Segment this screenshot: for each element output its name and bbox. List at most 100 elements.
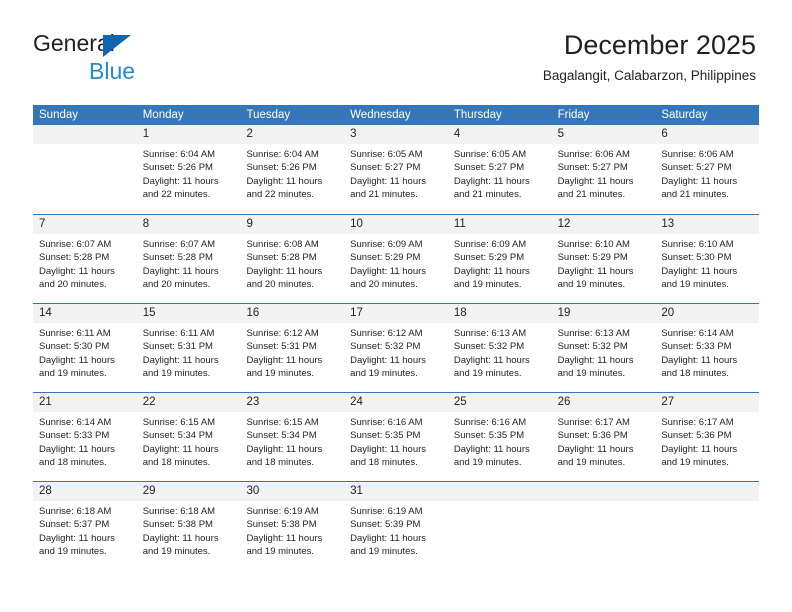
day-number: 30 (240, 482, 345, 501)
day-sunrise-text: Sunrise: 6:04 AM (246, 149, 319, 160)
day-sunset-text: Sunset: 5:27 PM (557, 162, 628, 174)
day-cell[interactable]: 5 Sunrise: 6:06 AM Sunset: 5:27 PM Daylight… (551, 125, 656, 214)
day-cell[interactable]: 9 Sunrise: 6:08 AM Sunset: 5:28 PM Daylight… (240, 215, 345, 303)
day-number: 8 (136, 215, 241, 234)
day-cell[interactable]: 25 Sunrise: 6:16 AM Sunset: 5:35 PM Dayligh… (447, 393, 552, 481)
day-cell[interactable]: 22 Sunrise: 6:15 AM Sunset: 5:34 PM Dayligh… (136, 393, 241, 481)
day-daylight2-text: and 20 minutes. (350, 279, 418, 291)
day-sunrise-text: Sunrise: 6:06 AM (661, 149, 734, 160)
day-sunrise-text: Sunrise: 6:10 AM (661, 239, 734, 250)
day-cell[interactable]: 17 Sunrise: 6:12 AM Sunset: 5:32 PM Dayligh… (344, 304, 448, 392)
day-sun-info (448, 501, 552, 505)
calendar-week-row: 14 Sunrise: 6:11 AM Sunset: 5:30 PM Dayligh… (33, 303, 760, 392)
day-cell[interactable]: 15 Sunrise: 6:11 AM Sunset: 5:31 PM Dayligh… (136, 304, 241, 392)
day-cell[interactable]: 31 Sunrise: 6:19 AM Sunset: 5:39 PM Dayligh… (344, 482, 448, 570)
day-daylight2-text: and 19 minutes. (661, 457, 729, 469)
day-daylight2-text: and 19 minutes. (39, 368, 107, 380)
weekday-header-sunday: Sunday (39, 109, 79, 121)
day-cell[interactable]: 19 Sunrise: 6:13 AM Sunset: 5:32 PM Dayligh… (551, 304, 656, 392)
day-daylight2-text: and 21 minutes. (350, 189, 418, 201)
day-sun-info: Sunrise: 6:07 AM Sunset: 5:28 PM Daylight:… (33, 234, 137, 292)
day-sunset-text: Sunset: 5:35 PM (350, 430, 421, 442)
day-cell[interactable]: 8 Sunrise: 6:07 AM Sunset: 5:28 PM Daylight… (136, 215, 241, 303)
day-cell[interactable]: 12 Sunrise: 6:10 AM Sunset: 5:29 PM Dayligh… (551, 215, 656, 303)
day-cell[interactable]: 28 Sunrise: 6:18 AM Sunset: 5:37 PM Dayligh… (33, 482, 137, 570)
day-number: 16 (240, 304, 345, 323)
day-sun-info: Sunrise: 6:05 AM Sunset: 5:27 PM Daylight:… (344, 144, 448, 202)
day-cell[interactable]: 13 Sunrise: 6:10 AM Sunset: 5:30 PM Dayligh… (655, 215, 760, 303)
day-cell[interactable]: 3 Sunrise: 6:05 AM Sunset: 5:27 PM Daylight… (344, 125, 448, 214)
day-cell[interactable]: 7 Sunrise: 6:07 AM Sunset: 5:28 PM Daylight… (33, 215, 137, 303)
day-cell[interactable]: 29 Sunrise: 6:18 AM Sunset: 5:38 PM Dayligh… (136, 482, 241, 570)
weekday-header-tuesday: Tuesday (246, 109, 291, 121)
day-cell[interactable]: 27 Sunrise: 6:17 AM Sunset: 5:36 PM Dayligh… (655, 393, 760, 481)
day-cell[interactable]: 16 Sunrise: 6:12 AM Sunset: 5:31 PM Dayligh… (240, 304, 345, 392)
day-daylight1-text: Daylight: 11 hours (453, 354, 530, 366)
day-sunrise-text: Sunrise: 6:18 AM (39, 506, 112, 517)
day-sunrise-text: Sunrise: 6:16 AM (453, 417, 527, 428)
day-cell[interactable]: 4 Sunrise: 6:05 AM Sunset: 5:27 PM Daylight… (447, 125, 552, 214)
day-number: 31 (344, 482, 448, 501)
day-sun-info: Sunrise: 6:16 AM Sunset: 5:35 PM Daylight:… (344, 412, 448, 470)
day-cell[interactable]: 20 Sunrise: 6:14 AM Sunset: 5:33 PM Dayligh… (655, 304, 760, 392)
day-cell[interactable]: 2 Sunrise: 6:04 AM Sunset: 5:26 PM Daylight… (240, 125, 345, 214)
day-daylight1-text: Daylight: 11 hours (453, 265, 530, 277)
title-block: December 2025 Bagalangit, Calabarzon, Ph… (543, 28, 756, 86)
day-daylight2-text: and 18 minutes. (246, 457, 315, 469)
day-cell[interactable]: 18 Sunrise: 6:13 AM Sunset: 5:32 PM Dayligh… (447, 304, 552, 392)
day-sunset-text: Sunset: 5:29 PM (453, 252, 525, 264)
day-cell[interactable]: 14 Sunrise: 6:11 AM Sunset: 5:30 PM Dayligh… (33, 304, 137, 392)
day-cell[interactable]: 30 Sunrise: 6:19 AM Sunset: 5:38 PM Dayligh… (240, 482, 345, 570)
day-cell[interactable]: 21 Sunrise: 6:14 AM Sunset: 5:33 PM Dayligh… (33, 393, 137, 481)
day-daylight2-text: and 18 minutes. (350, 457, 418, 469)
logo-text-blue: Blue (89, 58, 136, 84)
day-number: 13 (655, 215, 760, 234)
day-cell[interactable]: 24 Sunrise: 6:16 AM Sunset: 5:35 PM Dayligh… (344, 393, 448, 481)
day-sunrise-text: Sunrise: 6:15 AM (142, 417, 216, 428)
day-sunset-text: Sunset: 5:36 PM (661, 430, 732, 442)
day-daylight2-text: and 20 minutes. (246, 279, 315, 291)
day-daylight1-text: Daylight: 11 hours (39, 443, 115, 455)
general-blue-logo[interactable]: General Blue (33, 30, 193, 88)
day-sun-info: Sunrise: 6:14 AM Sunset: 5:33 PM Daylight:… (33, 412, 137, 470)
day-cell[interactable]: 11 Sunrise: 6:09 AM Sunset: 5:29 PM Dayligh… (447, 215, 552, 303)
day-cell[interactable]: 26 Sunrise: 6:17 AM Sunset: 5:36 PM Dayligh… (551, 393, 656, 481)
day-daylight1-text: Daylight: 11 hours (142, 354, 219, 366)
day-sunrise-text: Sunrise: 6:13 AM (557, 328, 630, 339)
day-number: 22 (136, 393, 241, 412)
day-number: 23 (240, 393, 345, 412)
day-sunset-text: Sunset: 5:26 PM (246, 162, 317, 174)
day-daylight1-text: Daylight: 11 hours (350, 443, 427, 455)
day-daylight2-text: and 21 minutes. (453, 189, 522, 201)
day-cell[interactable]: 1 Sunrise: 6:04 AM Sunset: 5:26 PM Daylight… (136, 125, 241, 214)
calendar-week-row: 1 Sunrise: 6:04 AM Sunset: 5:26 PM Daylight… (33, 125, 760, 214)
weekday-header-thursday: Thursday (453, 109, 502, 121)
day-daylight2-text: and 19 minutes. (350, 368, 418, 380)
day-sun-info: Sunrise: 6:08 AM Sunset: 5:28 PM Daylight:… (240, 234, 344, 292)
day-sunset-text: Sunset: 5:35 PM (453, 430, 525, 442)
day-sun-info: Sunrise: 6:04 AM Sunset: 5:26 PM Daylight:… (137, 144, 241, 202)
day-sun-info (33, 144, 137, 148)
day-cell[interactable]: 23 Sunrise: 6:15 AM Sunset: 5:34 PM Dayligh… (240, 393, 345, 481)
day-daylight2-text: and 21 minutes. (557, 189, 626, 201)
day-daylight2-text: and 22 minutes. (142, 189, 211, 201)
day-daylight1-text: Daylight: 11 hours (142, 175, 219, 187)
day-number (551, 482, 656, 501)
weekday-header-friday: Friday (557, 109, 590, 121)
day-daylight2-text: and 19 minutes. (557, 457, 626, 469)
day-sunset-text: Sunset: 5:27 PM (453, 162, 525, 174)
day-sunrise-text: Sunrise: 6:19 AM (246, 506, 319, 517)
day-sun-info: Sunrise: 6:11 AM Sunset: 5:30 PM Daylight:… (33, 323, 137, 381)
day-sunset-text: Sunset: 5:31 PM (142, 341, 213, 353)
day-sunrise-text: Sunrise: 6:05 AM (453, 149, 527, 160)
day-number: 26 (551, 393, 656, 412)
calendar-week-row: 28 Sunrise: 6:18 AM Sunset: 5:37 PM Dayligh… (33, 481, 760, 570)
day-daylight1-text: Daylight: 11 hours (246, 265, 323, 277)
day-cell[interactable]: 6 Sunrise: 6:06 AM Sunset: 5:27 PM Daylight… (655, 125, 760, 214)
day-daylight1-text: Daylight: 11 hours (661, 265, 738, 277)
day-sun-info: Sunrise: 6:04 AM Sunset: 5:26 PM Daylight:… (240, 144, 344, 202)
logo-triangle-icon (103, 35, 131, 57)
day-daylight1-text: Daylight: 11 hours (557, 175, 634, 187)
day-sunrise-text: Sunrise: 6:18 AM (142, 506, 216, 517)
day-cell[interactable]: 10 Sunrise: 6:09 AM Sunset: 5:29 PM Dayligh… (344, 215, 448, 303)
